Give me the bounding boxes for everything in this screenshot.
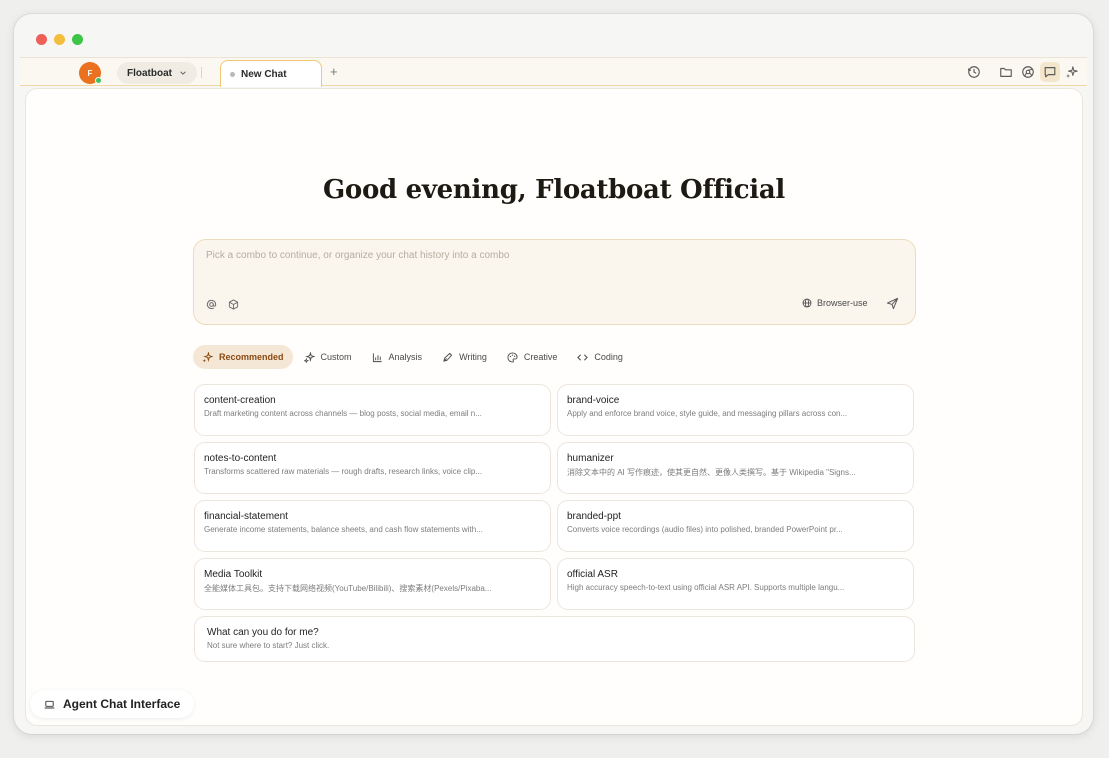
tab-coding[interactable]: Coding bbox=[568, 345, 632, 369]
card-description: Not sure where to start? Just click. bbox=[207, 641, 330, 650]
sparkles-icon[interactable] bbox=[1064, 64, 1080, 80]
card-description: Draft marketing content across channels … bbox=[204, 409, 482, 418]
minimize-window-button[interactable] bbox=[54, 34, 65, 45]
maximize-window-button[interactable] bbox=[72, 34, 83, 45]
chat-icon[interactable] bbox=[1040, 62, 1060, 82]
history-icon[interactable] bbox=[966, 64, 982, 80]
tab-writing[interactable]: Writing bbox=[433, 345, 496, 369]
folder-icon[interactable] bbox=[998, 64, 1014, 80]
card-title: humanizer bbox=[567, 453, 614, 464]
combo-card-content-creation[interactable]: content-creation Draft marketing content… bbox=[194, 384, 551, 436]
greeting-heading: Good evening, Floatboat Official bbox=[323, 175, 785, 205]
chevron-down-icon bbox=[180, 71, 186, 75]
workspace-selector[interactable]: Floatboat bbox=[117, 62, 197, 84]
globe-icon bbox=[802, 298, 812, 308]
agent-chat-interface-label: Agent Chat Interface bbox=[30, 690, 195, 718]
card-description: Generate income statements, balance shee… bbox=[204, 525, 483, 534]
browser-icon[interactable] bbox=[1020, 64, 1036, 80]
card-title: content-creation bbox=[204, 395, 276, 406]
card-description: Transforms scattered raw materials — rou… bbox=[204, 467, 483, 476]
package-icon[interactable] bbox=[228, 299, 240, 311]
tab-custom[interactable]: Custom bbox=[295, 345, 361, 369]
tab-label: Recommended bbox=[219, 352, 284, 362]
online-status-dot bbox=[95, 77, 102, 84]
tab-status-dot bbox=[230, 71, 235, 77]
card-title: branded-ppt bbox=[567, 511, 621, 522]
card-title: Media Toolkit bbox=[204, 569, 263, 580]
combo-card-media-toolkit[interactable]: Media Toolkit 全能媒体工具包。支持下载网络视频(YouTube/B… bbox=[194, 558, 551, 610]
main-content: Good evening, Floatboat Official Browser… bbox=[25, 88, 1083, 726]
combo-card-official-asr[interactable]: official ASR High accuracy speech-to-tex… bbox=[557, 558, 914, 610]
card-description: 消除文本中的 AI 写作痕迹，使其更自然、更像人类撰写。基于 Wikipedia… bbox=[567, 468, 856, 477]
card-description: Converts voice recordings (audio files) … bbox=[567, 525, 843, 534]
browser-use-toggle[interactable]: Browser-use bbox=[802, 298, 868, 308]
card-title: brand-voice bbox=[567, 395, 620, 406]
combo-card-branded-ppt[interactable]: branded-ppt Converts voice recordings (a… bbox=[557, 500, 914, 552]
bar-chart-icon bbox=[372, 352, 382, 362]
send-button[interactable] bbox=[886, 297, 900, 311]
title-bar bbox=[14, 14, 1093, 58]
tab-divider bbox=[201, 67, 202, 78]
tab-new-chat[interactable]: New Chat bbox=[220, 60, 322, 87]
card-title: notes-to-content bbox=[204, 453, 277, 464]
tab-bar: F Floatboat New Chat + bbox=[20, 57, 1087, 87]
combo-card-financial-statement[interactable]: financial-statement Generate income stat… bbox=[194, 500, 551, 552]
footer-label: Agent Chat Interface bbox=[63, 697, 181, 711]
palette-icon bbox=[507, 351, 518, 363]
tab-label: Custom bbox=[320, 352, 352, 362]
send-icon bbox=[886, 297, 899, 310]
workspace-label: Floatboat bbox=[127, 67, 172, 79]
card-title: financial-statement bbox=[204, 511, 288, 522]
tab-label: Creative bbox=[523, 352, 558, 362]
tab-label: Analysis bbox=[388, 352, 423, 362]
tab-label: Writing bbox=[459, 352, 487, 362]
tab-creative[interactable]: Creative bbox=[498, 345, 567, 369]
mention-icon[interactable] bbox=[206, 299, 218, 311]
app-window: F Floatboat New Chat + Good evening, Flo… bbox=[14, 14, 1093, 734]
card-title: official ASR bbox=[567, 569, 618, 580]
tab-recommended[interactable]: Recommended bbox=[193, 345, 293, 369]
tab-label: New Chat bbox=[241, 68, 287, 80]
sparkles-icon bbox=[303, 351, 315, 363]
tab-label: Coding bbox=[594, 352, 623, 362]
close-window-button[interactable] bbox=[36, 34, 47, 45]
pen-icon bbox=[443, 352, 453, 362]
chat-input[interactable] bbox=[206, 250, 856, 261]
card-description: High accuracy speech-to-text using offic… bbox=[567, 583, 845, 592]
chat-composer: Browser-use bbox=[193, 239, 916, 325]
combo-card-brand-voice[interactable]: brand-voice Apply and enforce brand voic… bbox=[557, 384, 914, 436]
tab-analysis[interactable]: Analysis bbox=[363, 345, 432, 369]
category-tabs: Recommended Custom Analysis Writing Crea… bbox=[193, 345, 634, 369]
card-description: Apply and enforce brand voice, style gui… bbox=[567, 409, 848, 418]
sparkles-icon bbox=[202, 351, 213, 363]
code-icon bbox=[577, 353, 589, 361]
add-tab-button[interactable]: + bbox=[330, 64, 338, 79]
browser-use-label: Browser-use bbox=[817, 298, 868, 308]
combo-card-humanizer[interactable]: humanizer 消除文本中的 AI 写作痕迹，使其更自然、更像人类撰写。基于… bbox=[557, 442, 914, 494]
card-title: What can you do for me? bbox=[207, 627, 319, 638]
help-card[interactable]: What can you do for me? Not sure where t… bbox=[194, 616, 915, 662]
card-description: 全能媒体工具包。支持下载网络视频(YouTube/Bilibili)、搜索素材(… bbox=[204, 584, 492, 593]
combo-card-notes-to-content[interactable]: notes-to-content Transforms scattered ra… bbox=[194, 442, 551, 494]
laptop-icon bbox=[44, 700, 55, 708]
